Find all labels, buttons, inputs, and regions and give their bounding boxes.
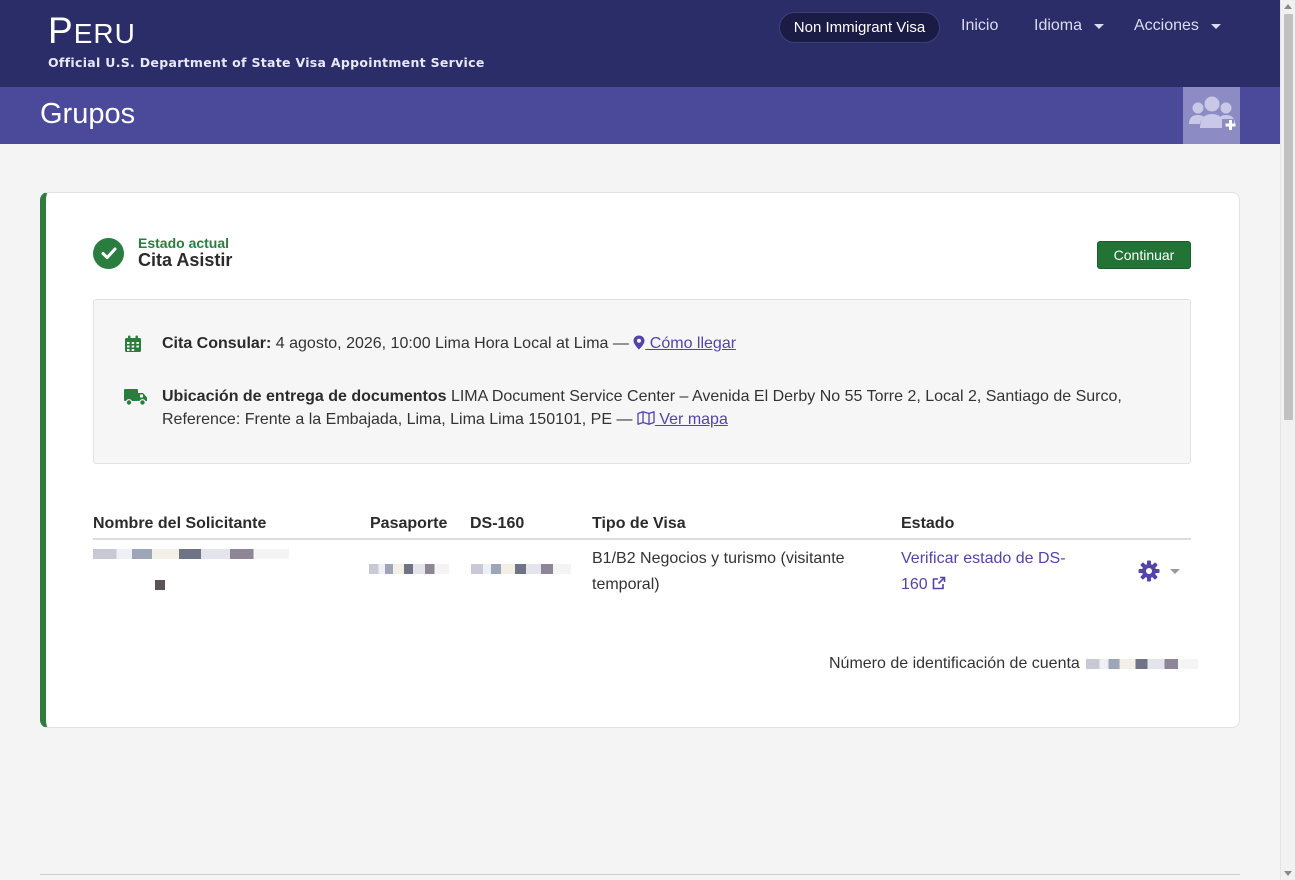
nav-language-label: Idioma xyxy=(1034,17,1083,34)
scroll-down-arrow[interactable] xyxy=(1284,871,1292,876)
col-ds160: DS-160 xyxy=(470,515,525,532)
continue-button[interactable]: Continuar xyxy=(1097,241,1191,269)
nav-home[interactable]: Inicio xyxy=(961,17,998,35)
scroll-up-arrow[interactable] xyxy=(1284,4,1292,9)
verify-ds160-link[interactable]: Verificar estado de DS-160 xyxy=(901,546,1086,598)
document-delivery-row: Ubicación de entrega de documentos LIMA … xyxy=(124,385,1162,431)
brand-initial: P xyxy=(48,10,74,51)
redacted-account-number xyxy=(1085,659,1198,669)
table-header-divider xyxy=(93,538,1191,540)
col-status: Estado xyxy=(901,515,955,532)
redacted-applicant-name xyxy=(93,549,289,559)
top-navbar: PERU Official U.S. Department of State V… xyxy=(0,0,1280,87)
page-title: Grupos xyxy=(40,98,136,130)
status-label: Estado actual xyxy=(138,235,230,251)
brand-title: PERU xyxy=(48,10,485,55)
col-passport: Pasaporte xyxy=(370,515,448,532)
brand-subtitle: Official U.S. Department of State Visa A… xyxy=(48,55,485,70)
redacted-passport xyxy=(369,564,449,574)
map-icon xyxy=(637,411,655,425)
add-group-button[interactable] xyxy=(1183,87,1240,144)
row-actions-menu[interactable] xyxy=(1138,560,1180,582)
page-scrollbar[interactable] xyxy=(1280,0,1295,880)
external-link-icon xyxy=(932,576,946,590)
redacted-ds160 xyxy=(471,564,571,574)
current-status: Estado actual Cita Asistir xyxy=(93,236,232,270)
calendar-icon xyxy=(124,332,162,360)
page-header: Grupos xyxy=(0,87,1280,144)
view-map-link[interactable]: Ver mapa xyxy=(637,411,728,428)
visa-type-pill[interactable]: Non Immigrant Visa xyxy=(779,12,940,43)
consular-label: Cita Consular: xyxy=(162,335,272,352)
map-pin-icon xyxy=(633,335,645,350)
truck-icon xyxy=(124,385,162,431)
delivery-label: Ubicación de entrega de documentos xyxy=(162,388,447,405)
nav-actions-label: Acciones xyxy=(1134,17,1199,34)
col-visa-type: Tipo de Visa xyxy=(592,515,686,532)
chevron-down-icon xyxy=(1210,23,1221,29)
view-map-label: Ver mapa xyxy=(654,411,728,428)
status-value: Cita Asistir xyxy=(138,250,233,270)
check-circle-icon xyxy=(93,237,124,269)
scroll-thumb[interactable] xyxy=(1284,14,1293,420)
account-id-label: Número de identificación de cuenta xyxy=(829,655,1080,672)
appointment-info-box: Cita Consular: 4 agosto, 2026, 10:00 Lim… xyxy=(93,299,1191,464)
group-card: Estado actual Cita Asistir Continuar Cit… xyxy=(40,192,1240,728)
chevron-down-icon xyxy=(1094,23,1105,29)
directions-link[interactable]: Cómo llegar xyxy=(633,335,736,352)
brand-rest: ERU xyxy=(73,18,136,49)
consular-appointment-row: Cita Consular: 4 agosto, 2026, 10:00 Lim… xyxy=(124,332,1162,360)
redacted-applicant-name-2 xyxy=(155,580,165,590)
col-applicant-name: Nombre del Solicitante xyxy=(93,515,267,532)
brand[interactable]: PERU Official U.S. Department of State V… xyxy=(48,10,485,70)
nav-language-dropdown[interactable]: Idioma xyxy=(1034,17,1105,35)
nav-actions-dropdown[interactable]: Acciones xyxy=(1134,17,1221,35)
visa-type-cell: B1/B2 Negocios y turismo (visitante temp… xyxy=(592,550,845,593)
gear-icon xyxy=(1138,560,1160,582)
verify-ds160-label: Verificar estado de DS-160 xyxy=(901,550,1066,593)
users-plus-icon xyxy=(1188,96,1235,131)
chevron-down-icon xyxy=(1170,568,1180,574)
footer-divider xyxy=(40,874,1240,875)
consular-details: 4 agosto, 2026, 10:00 Lima Hora Local at… xyxy=(271,335,634,352)
account-id: Número de identificación de cuenta xyxy=(829,655,1198,673)
nav-home-label: Inicio xyxy=(961,17,999,34)
directions-link-label: Cómo llegar xyxy=(645,335,737,352)
